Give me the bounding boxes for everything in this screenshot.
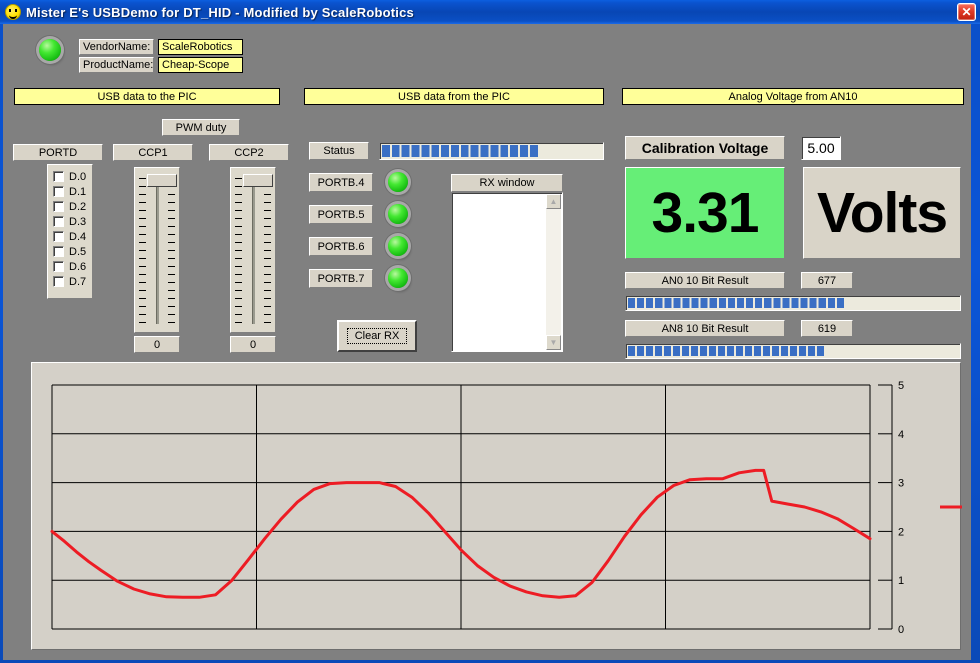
ccp1-ticks-right <box>168 178 175 326</box>
smiley-icon <box>5 4 21 20</box>
vendor-name-label: VendorName: <box>79 39 154 55</box>
portb7-led <box>388 268 408 288</box>
clear-rx-button[interactable]: Clear RX <box>337 320 417 352</box>
ccp2-title: CCP2 <box>209 144 289 161</box>
usb-from-pic-banner: USB data from the PIC <box>304 88 604 105</box>
checkbox-d3[interactable] <box>53 216 64 227</box>
portb4-label: PORTB.4 <box>309 173 373 192</box>
title-bar: Mister E's USBDemo for DT_HID - Modified… <box>0 0 980 24</box>
voltage-value: 3.31 <box>652 180 759 246</box>
checkbox-d1[interactable] <box>53 186 64 197</box>
svg-text:0: 0 <box>898 624 904 636</box>
checkbox-d5[interactable] <box>53 246 64 257</box>
product-name-label: ProductName: <box>79 57 154 73</box>
portd-checkbox-group: D.0 D.1 D.2 D.3 D.4 D.5 <box>47 164 93 299</box>
portb7-label: PORTB.7 <box>309 269 373 288</box>
checkbox-d0[interactable] <box>53 171 64 182</box>
ccp1-track <box>156 182 159 324</box>
portd-bit-row[interactable]: D.2 <box>53 199 92 214</box>
ccp1-ticks-left <box>139 178 146 326</box>
scroll-down-icon[interactable]: ▼ <box>546 335 561 350</box>
portd-bit-row[interactable]: D.3 <box>53 214 92 229</box>
status-progress-bar <box>379 142 604 160</box>
an0-label: AN0 10 Bit Result <box>625 272 785 289</box>
portd-bit-label: D.5 <box>69 246 86 258</box>
portd-bit-row[interactable]: D.7 <box>53 274 92 289</box>
svg-text:2: 2 <box>898 526 904 538</box>
portb6-label: PORTB.6 <box>309 237 373 256</box>
ccp1-slider[interactable] <box>134 167 180 333</box>
svg-text:4: 4 <box>898 429 904 441</box>
vendor-name-value: ScaleRobotics <box>158 39 243 55</box>
ccp2-ticks-left <box>235 178 242 326</box>
checkbox-d6[interactable] <box>53 261 64 272</box>
svg-text:1: 1 <box>898 575 904 587</box>
close-icon[interactable]: ✕ <box>957 3 976 21</box>
status-label: Status <box>309 142 369 160</box>
an8-value: 619 <box>801 320 853 337</box>
portb6-led <box>388 236 408 256</box>
portd-bit-label: D.1 <box>69 186 86 198</box>
an8-progress-bar <box>625 343 961 359</box>
portd-bit-label: D.6 <box>69 261 86 273</box>
voltage-unit-display: Volts <box>803 167 961 259</box>
product-name-value: Cheap-Scope <box>158 57 243 73</box>
voltage-unit: Volts <box>817 180 947 246</box>
portd-bit-row[interactable]: D.5 <box>53 244 92 259</box>
ccp2-thumb[interactable] <box>243 174 273 187</box>
portd-bit-label: D.3 <box>69 216 86 228</box>
an0-value: 677 <box>801 272 853 289</box>
client-area: VendorName: ScaleRobotics ProductName: C… <box>3 24 971 660</box>
voltage-display: 3.31 <box>625 167 785 259</box>
ccp1-thumb[interactable] <box>147 174 177 187</box>
window-title: Mister E's USBDemo for DT_HID - Modified… <box>26 5 414 20</box>
checkbox-d4[interactable] <box>53 231 64 242</box>
portd-bit-label: D.4 <box>69 231 86 243</box>
rx-window-title: RX window <box>451 174 563 192</box>
portd-bit-label: D.0 <box>69 171 86 183</box>
ccp2-track <box>252 182 255 324</box>
an0-progress-bar <box>625 295 961 311</box>
calibration-voltage-input[interactable]: 5.00 <box>801 136 841 160</box>
ccp2-ticks-right <box>264 178 271 326</box>
ccp1-title: CCP1 <box>113 144 193 161</box>
analog-banner: Analog Voltage from AN10 <box>622 88 964 105</box>
portb4-led <box>388 172 408 192</box>
application-window: Mister E's USBDemo for DT_HID - Modified… <box>0 0 980 663</box>
checkbox-d7[interactable] <box>53 276 64 287</box>
portb5-led <box>388 204 408 224</box>
clear-rx-label: Clear RX <box>347 328 408 344</box>
ccp2-slider[interactable] <box>230 167 276 333</box>
portd-title: PORTD <box>13 144 103 161</box>
calibration-voltage-label: Calibration Voltage <box>625 136 785 160</box>
portd-bit-row[interactable]: D.1 <box>53 184 92 199</box>
scroll-up-icon[interactable]: ▲ <box>546 194 561 209</box>
ccp2-value: 0 <box>230 336 276 353</box>
checkbox-d2[interactable] <box>53 201 64 212</box>
voltage-chart: 012345Volts <box>32 363 962 651</box>
pwm-duty-label: PWM duty <box>162 119 240 136</box>
portb5-label: PORTB.5 <box>309 205 373 224</box>
svg-text:5: 5 <box>898 380 904 392</box>
portd-bit-label: D.7 <box>69 276 86 288</box>
connection-led <box>39 39 61 61</box>
voltage-chart-panel: 012345Volts <box>31 362 961 650</box>
svg-text:3: 3 <box>898 478 904 490</box>
rx-window-textarea[interactable]: ▲ ▼ <box>451 192 563 352</box>
portd-bit-row[interactable]: D.0 <box>53 169 92 184</box>
ccp1-value: 0 <box>134 336 180 353</box>
portd-bit-row[interactable]: D.6 <box>53 259 92 274</box>
an8-label: AN8 10 Bit Result <box>625 320 785 337</box>
usb-to-pic-banner: USB data to the PIC <box>14 88 280 105</box>
portd-bit-row[interactable]: D.4 <box>53 229 92 244</box>
portd-bit-label: D.2 <box>69 201 86 213</box>
